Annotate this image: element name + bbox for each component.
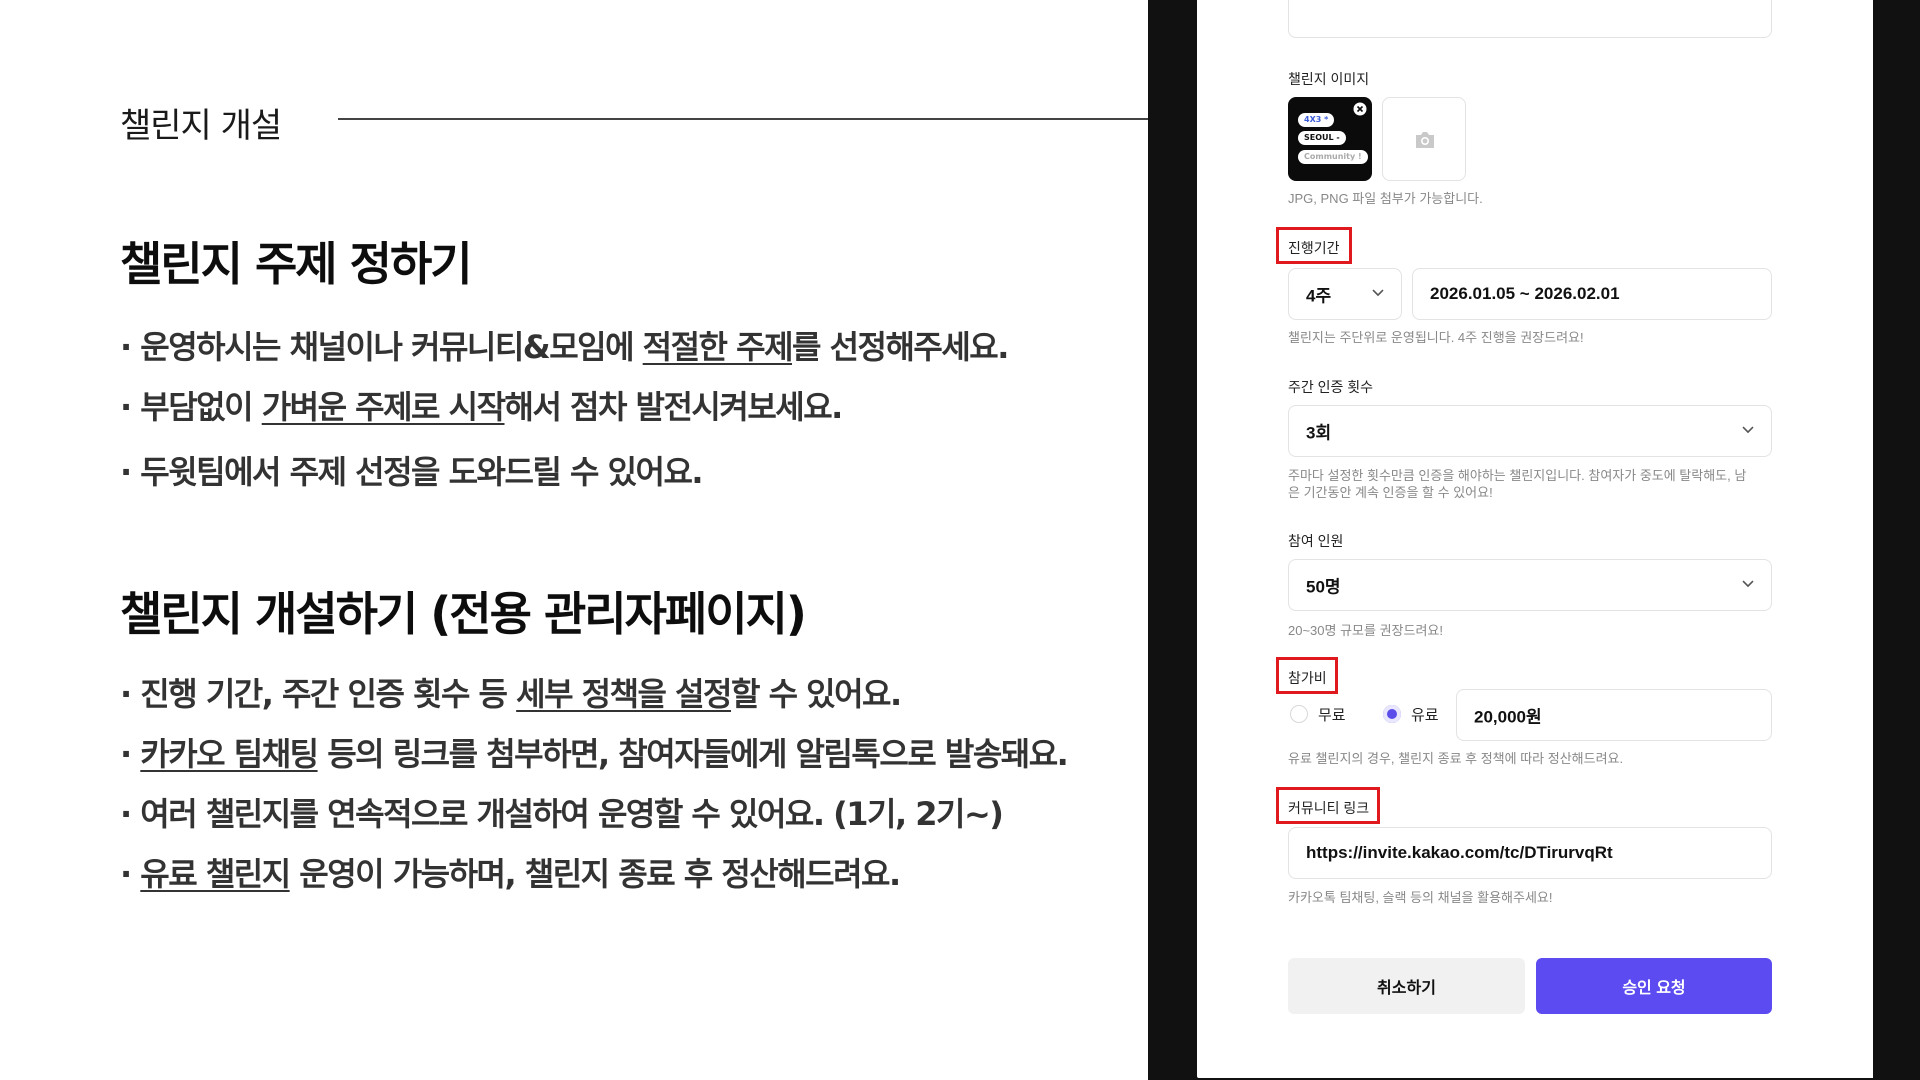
- community-link-label: 커뮤니티 링크: [1288, 800, 1370, 816]
- previous-input-field[interactable]: [1288, 0, 1772, 38]
- members-select[interactable]: 50명: [1288, 559, 1772, 611]
- request-approval-button[interactable]: 승인 요청: [1536, 958, 1772, 1014]
- thumb-tag: SEOUL -: [1298, 131, 1346, 145]
- weekly-help-text: 주마다 설정한 횟수만큼 인증을 해야하는 챌린지입니다. 참여자가 중도에 탈…: [1288, 468, 1747, 483]
- close-icon[interactable]: [1353, 102, 1367, 116]
- community-link-input[interactable]: https://invite.kakao.com/tc/DTirurvqRt: [1288, 827, 1772, 879]
- bullet-item: · 진행 기간, 주간 인증 횟수 등 세부 정책을 설정할 수 있어요.: [120, 675, 902, 713]
- community-link-help-text: 카카오톡 팀채팅, 슬랙 등의 채널을 활용해주세요!: [1288, 890, 1553, 905]
- members-label: 참여 인원: [1288, 533, 1344, 549]
- fee-help-text: 유료 챌린지의 경우, 챌린지 종료 후 정책에 따라 정산해드려요.: [1288, 751, 1624, 766]
- topic-bullet-list: · 운영하시는 채널이나 커뮤니티&모임에 적절한 주제를 선정해주세요. · …: [120, 317, 1009, 502]
- add-image-button[interactable]: [1382, 97, 1466, 181]
- period-label: 진행기간: [1288, 240, 1340, 256]
- thumb-tag: Community !: [1298, 150, 1368, 164]
- section-title-topic: 챌린지 주제 정하기: [120, 237, 473, 291]
- fee-paid-radio[interactable]: [1383, 705, 1401, 723]
- bullet-item: · 여러 챌린지를 연속적으로 개설하여 운영할 수 있어요. (1기, 2기~…: [120, 795, 1004, 833]
- challenge-image-thumbnail[interactable]: 4X3 * SEOUL - Community !: [1288, 97, 1372, 181]
- slide-heading: 챌린지 개설: [120, 106, 282, 146]
- chevron-down-icon: [1372, 289, 1384, 297]
- image-label: 챌린지 이미지: [1288, 71, 1370, 87]
- period-weeks-select[interactable]: 4주: [1288, 268, 1402, 320]
- create-bullet-list: · 진행 기간, 주간 인증 횟수 등 세부 정책을 설정할 수 있어요. · …: [120, 664, 1069, 904]
- heading-divider: [338, 118, 1148, 120]
- weekly-help-text: 은 기간동안 계속 인증을 할 수 있어요!: [1288, 485, 1493, 500]
- bullet-item: · 유료 챌린지 운영이 가능하며, 챌린지 종료 후 정산해드려요.: [120, 855, 901, 893]
- thumb-tag: 4X3 *: [1298, 113, 1335, 127]
- bullet-item: · 두윗팀에서 주제 선정을 도와드릴 수 있어요.: [120, 453, 704, 491]
- image-help-text: JPG, PNG 파일 첨부가 가능합니다.: [1288, 191, 1483, 206]
- period-date-range-field[interactable]: 2026.01.05 ~ 2026.02.01: [1412, 268, 1772, 320]
- cancel-button[interactable]: 취소하기: [1288, 958, 1525, 1014]
- members-help-text: 20~30명 규모를 권장드려요!: [1288, 623, 1443, 638]
- weekly-count-label: 주간 인증 횟수: [1288, 379, 1374, 395]
- camera-icon: [1416, 132, 1434, 148]
- fee-amount-input[interactable]: 20,000원: [1456, 689, 1772, 741]
- fee-paid-label[interactable]: 유료: [1411, 704, 1439, 725]
- section-title-create: 챌린지 개설하기 (전용 관리자페이지): [120, 587, 807, 641]
- weekly-count-select[interactable]: 3회: [1288, 405, 1772, 457]
- fee-label: 참가비: [1288, 670, 1327, 686]
- bullet-item: · 부담없이 가벼운 주제로 시작해서 점차 발전시켜보세요.: [120, 388, 843, 426]
- bullet-item: · 카카오 팀채팅 등의 링크를 첨부하면, 참여자들에게 알림톡으로 발송돼요…: [120, 735, 1069, 773]
- chevron-down-icon: [1742, 426, 1754, 434]
- bullet-item: · 운영하시는 채널이나 커뮤니티&모임에 적절한 주제를 선정해주세요.: [120, 328, 1009, 366]
- fee-free-radio[interactable]: [1290, 705, 1308, 723]
- period-help-text: 챌린지는 주단위로 운영됩니다. 4주 진행을 권장드려요!: [1288, 330, 1584, 345]
- chevron-down-icon: [1742, 580, 1754, 588]
- fee-free-label[interactable]: 무료: [1318, 704, 1346, 725]
